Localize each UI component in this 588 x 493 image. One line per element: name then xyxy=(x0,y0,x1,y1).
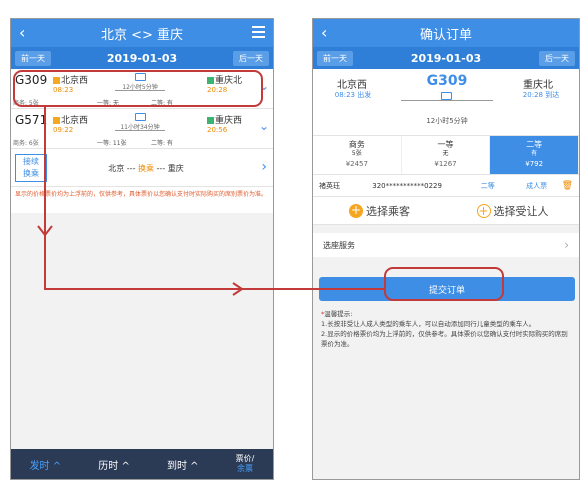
tips: *温馨提示: 1.长按非受让人成人类型的乘车人，可以自动添加同行儿童类型的乘车人… xyxy=(321,309,573,349)
sort-duration-button[interactable]: 历时 ^ xyxy=(98,457,130,472)
arrival-station: 重庆西 xyxy=(207,113,242,126)
prev-day-button[interactable]: 前一天 xyxy=(15,50,51,66)
plus-icon: + xyxy=(476,203,491,218)
arrival-time: 20:28 xyxy=(207,86,228,94)
train-number: G309 xyxy=(15,73,48,87)
departure-time: 09:22 xyxy=(53,126,74,134)
route-line xyxy=(115,130,165,131)
departure-station: 北京西 xyxy=(53,73,88,86)
train-row-g309[interactable]: G309 商务: 5张 北京西 08:23 12小时5分钟 重庆北 20:28 … xyxy=(11,69,273,109)
sort-depart-button[interactable]: 发时 ^ xyxy=(30,457,62,472)
arrow-right-icon xyxy=(232,282,244,296)
train-icon xyxy=(135,73,146,81)
arrival-station: 重庆北 xyxy=(523,80,553,91)
passenger-ticket-type[interactable]: 成人票 xyxy=(526,181,562,191)
business-seats: 商务: 6张 xyxy=(13,140,39,147)
date-label: 2019-01-03 xyxy=(410,51,482,65)
seat-class-selector: 商务 5张 ¥2457 一等无 ¥1267 二等有 ¥792 xyxy=(313,135,579,175)
arrival-time: 20:56 xyxy=(207,126,228,134)
chevron-down-icon[interactable]: ⌄ xyxy=(259,79,269,93)
first-class-seats: 一等: 无 xyxy=(97,100,119,107)
chevron-right-icon: › xyxy=(564,238,569,252)
arrival-station: 重庆北 xyxy=(207,73,242,86)
title-bar: ‹ 确认订单 xyxy=(313,19,579,47)
end-station-icon xyxy=(207,117,214,124)
choose-passenger-button[interactable]: + 选择乘客 xyxy=(313,197,446,224)
passenger-name: 褚英珏 xyxy=(319,181,340,190)
transfer-button[interactable]: 接续 换乘 xyxy=(15,154,47,182)
first-class-seats: 一等: 11张 xyxy=(97,140,127,147)
tip-item: 1.长按非受让人成人类型的乘车人，可以自动添加同行儿童类型的乘车人。 xyxy=(321,320,536,328)
chevron-down-icon[interactable]: ⌄ xyxy=(259,119,269,133)
train-summary: 北京西 08:23 出发 G309 12小时5分钟 重庆北 20:28 到达 xyxy=(313,69,579,135)
second-class-seats: 二等: 有 xyxy=(151,140,173,147)
route-line xyxy=(115,90,165,91)
route-title: 北京 <> 重庆 xyxy=(100,27,184,43)
annotation-line-horizontal xyxy=(44,288,384,290)
arrow-down-icon xyxy=(37,225,53,237)
departure-time: 08:23 xyxy=(53,86,74,94)
plus-icon: + xyxy=(349,202,363,218)
title-bar: ‹ 北京 <> 重庆 xyxy=(11,19,273,47)
date-bar: 前一天 2019-01-03 后一天 xyxy=(11,47,273,69)
seat-first-class[interactable]: 一等无 ¥1267 xyxy=(402,136,491,174)
chevron-right-icon[interactable]: › xyxy=(261,159,267,175)
date-bar: 前一天 2019-01-03 后一天 xyxy=(313,47,579,69)
train-list-screen: ‹ 北京 <> 重庆 前一天 2019-01-03 后一天 G309 商务: 5… xyxy=(10,18,274,480)
price-note: 显示的价格票价均为上浮前的，仅供参考，具体票价以您确认支付时实际购买的席别票价为… xyxy=(11,187,273,213)
choose-receiver-button[interactable]: + 选择受让人 xyxy=(446,197,579,224)
train-icon xyxy=(441,92,452,100)
trash-icon[interactable]: 🗑 xyxy=(562,181,573,191)
seat-service-row[interactable]: 选座服务 › xyxy=(313,233,579,257)
next-day-button[interactable]: 后一天 xyxy=(539,50,575,66)
route-line xyxy=(401,100,493,101)
date-label[interactable]: 2019-01-03 xyxy=(107,52,177,65)
second-class-seats: 二等: 有 xyxy=(151,100,173,107)
train-icon xyxy=(135,113,146,121)
duration: 12小时5分钟 xyxy=(426,117,468,125)
business-seats: 商务: 5张 xyxy=(13,100,39,107)
departure-station: 北京西 xyxy=(337,80,367,91)
transfer-row[interactable]: 接续 换乘 北京 --- 换乘 --- 重庆 › xyxy=(11,149,273,187)
passenger-id: 320***********0229 xyxy=(372,181,442,190)
sort-price-button[interactable]: 票价/余票 xyxy=(236,454,255,474)
start-station-icon xyxy=(53,77,60,84)
start-station-icon xyxy=(53,117,60,124)
train-number: G309 xyxy=(426,73,468,89)
arrival-time: 20:28 到达 xyxy=(522,91,560,99)
departure-time: 08:23 出发 xyxy=(334,91,372,99)
seat-second-class[interactable]: 二等有 ¥792 xyxy=(490,136,579,174)
sort-arrive-button[interactable]: 到时 ^ xyxy=(167,457,199,472)
choose-bar: + 选择乘客 + 选择受让人 xyxy=(313,197,579,225)
page-title: 确认订单 xyxy=(419,27,472,43)
departure-station: 北京西 xyxy=(53,113,88,126)
annotation-line-vertical xyxy=(44,106,46,290)
end-station-icon xyxy=(207,77,214,84)
prev-day-button[interactable]: 前一天 xyxy=(317,50,353,66)
confirm-order-screen: ‹ 确认订单 前一天 2019-01-03 后一天 北京西 08:23 出发 G… xyxy=(312,18,580,480)
next-day-button[interactable]: 后一天 xyxy=(233,50,269,66)
back-icon[interactable]: ‹ xyxy=(19,23,25,42)
transfer-route: 北京 --- 换乘 --- 重庆 xyxy=(108,164,184,173)
back-icon[interactable]: ‹ xyxy=(321,23,327,42)
passenger-row[interactable]: 褚英珏 320***********0229 二等 成人票 🗑 xyxy=(313,175,579,197)
passenger-seat-class[interactable]: 二等 xyxy=(481,181,526,191)
train-row-g571[interactable]: G571 商务: 6张 北京西 09:22 11小时34分钟 重庆西 20:56… xyxy=(11,109,273,149)
tips-title: 温馨提示: xyxy=(324,310,353,318)
seat-service-label: 选座服务 xyxy=(323,240,355,250)
tip-item: 2.显示的价格票价均为上浮前的，仅供参考。具体票价以您确认支付时实际购买的席别票… xyxy=(321,330,568,348)
sort-bar: 发时 ^ 历时 ^ 到时 ^ 票价/余票 xyxy=(11,449,273,479)
seat-business[interactable]: 商务 5张 ¥2457 xyxy=(313,136,402,174)
train-number: G571 xyxy=(15,113,48,127)
menu-icon[interactable] xyxy=(252,26,265,38)
